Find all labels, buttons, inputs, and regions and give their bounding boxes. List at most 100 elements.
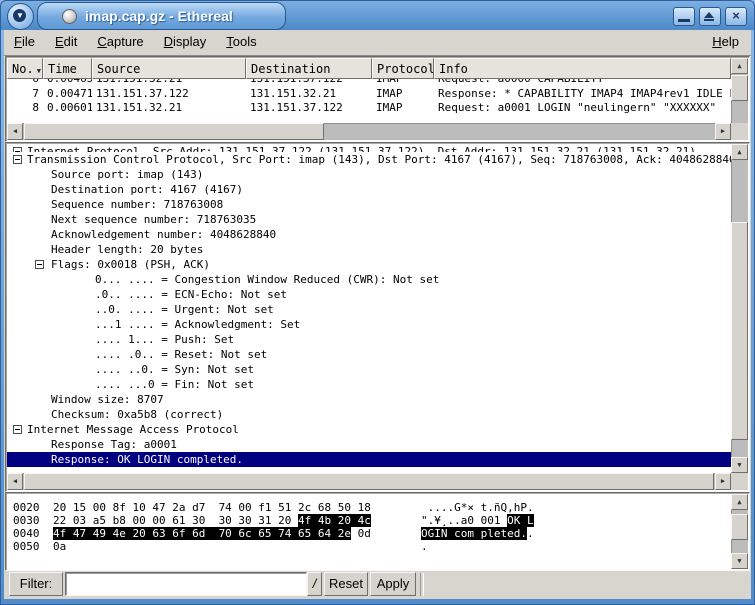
tree-row[interactable]: .... 1... = Push: Set: [7, 332, 731, 347]
tree-row[interactable]: Internet Protocol, Src Addr: 131.151.37.…: [7, 144, 731, 152]
tree-row[interactable]: Window size: 8707: [7, 392, 731, 407]
tree-row-label: Destination port: 4167 (4167): [7, 182, 243, 197]
ascii-segment: ".¥¸..a0 001: [421, 514, 507, 527]
tree-row[interactable]: Flags: 0x0018 (PSH, ACK): [7, 257, 731, 272]
tree-row-label: Next sequence number: 718763035: [7, 212, 256, 227]
tree-row[interactable]: Checksum: 0xa5b8 (correct): [7, 407, 731, 422]
column-header-no[interactable]: No.▼: [7, 58, 43, 79]
tree-row[interactable]: Response Tag: a0001: [7, 437, 731, 452]
tree-row[interactable]: Header length: 20 bytes: [7, 242, 731, 257]
window-menu-button[interactable]: ▼: [7, 3, 34, 30]
packet-row[interactable]: 80.006013131.151.32.21131.151.37.122IMAP…: [7, 101, 731, 116]
hex-bytes: 20 15 00 8f 10 47 2a d7 74 00 f1 51 2c 6…: [53, 501, 371, 514]
hex-bytes: 4f 47 49 4e 20 63 6f 6d 70 6c 65 74 65 6…: [53, 527, 371, 540]
up-arrow-icon[interactable]: ▲: [731, 144, 748, 160]
tree-row-label: .... ...0 = Fin: Not set: [7, 377, 254, 392]
tree-vscrollbar[interactable]: ▲ ▼: [731, 144, 748, 473]
collapse-expander-icon[interactable]: [13, 155, 22, 164]
tree-row-label: Header length: 20 bytes: [7, 242, 203, 257]
packet-cell-src: 131.151.37.122: [92, 87, 246, 102]
up-arrow-icon[interactable]: ▲: [731, 58, 748, 74]
tree-row[interactable]: Transmission Control Protocol, Src Port:…: [7, 152, 731, 167]
hex-row[interactable]: 0050 0a.: [7, 540, 731, 553]
right-arrow-icon[interactable]: ▶: [715, 473, 731, 490]
tree-row[interactable]: Response: OK LOGIN completed.: [7, 452, 731, 467]
vscroll-thumb[interactable]: [731, 75, 748, 101]
tree-hscrollbar[interactable]: ◀ ▶: [7, 473, 731, 490]
menu-help[interactable]: Help: [708, 34, 743, 49]
menu-label-first-letter: T: [226, 34, 233, 49]
tree-row[interactable]: Source port: imap (143): [7, 167, 731, 182]
filter-expression-button[interactable]: /: [307, 572, 322, 596]
left-arrow-icon[interactable]: ◀: [7, 123, 23, 140]
ascii-segment: ....G*× t.ñQ,hP.: [421, 501, 534, 514]
hex-segment: 0a: [53, 540, 66, 553]
tree-row[interactable]: .... .0.. = Reset: Not set: [7, 347, 731, 362]
tree-row[interactable]: .0.. .... = ECN-Echo: Not set: [7, 287, 731, 302]
hscroll-thumb[interactable]: [24, 123, 324, 140]
hex-vscrollbar[interactable]: ▲ ▼: [731, 494, 748, 569]
column-header-source[interactable]: Source: [92, 58, 246, 79]
packet-list-header: No.▼TimeSourceDestinationProtocolInfo: [7, 58, 731, 79]
tree-row-label: Checksum: 0xa5b8 (correct): [7, 407, 223, 422]
menu-label-first-letter: D: [164, 34, 173, 49]
tree-row[interactable]: Destination port: 4167 (4167): [7, 182, 731, 197]
menu-edit[interactable]: Edit: [45, 30, 87, 52]
packet-cell-info: Response: * CAPABILITY IMAP4 IMAP4rev1 I…: [434, 87, 731, 102]
tree-row[interactable]: .... ...0 = Fin: Not set: [7, 377, 731, 392]
tree-row[interactable]: ..0. .... = Urgent: Not set: [7, 302, 731, 317]
hscroll-thumb[interactable]: [24, 473, 714, 490]
ethereal-window: ▼ imap.cap.gz - Ethereal × FileEditCaptu…: [0, 0, 755, 605]
hex-highlight: 4f 47 49 4e 20 63 6f 6d 70 6c 65 74 65 6…: [53, 527, 351, 540]
filter-input[interactable]: [65, 572, 307, 596]
menu-file[interactable]: File: [4, 30, 45, 52]
column-header-time[interactable]: Time: [43, 58, 92, 79]
menu-tools[interactable]: Tools: [216, 30, 266, 52]
tree-row[interactable]: Acknowledgement number: 4048628840: [7, 227, 731, 242]
vscroll-thumb[interactable]: [731, 222, 748, 440]
menu-capture[interactable]: Capture: [87, 30, 153, 52]
hex-row[interactable]: 003022 03 a5 b8 00 00 61 30 30 30 31 20 …: [7, 514, 731, 527]
up-arrow-icon[interactable]: ▲: [731, 494, 748, 510]
tree-row[interactable]: Internet Message Access Protocol: [7, 422, 731, 437]
packet-row[interactable]: 70.004717131.151.37.122131.151.32.21IMAP…: [7, 87, 731, 102]
ascii-segment: .: [421, 540, 428, 553]
hex-row[interactable]: 0020 20 15 00 8f 10 47 2a d7 74 00 f1 51 …: [7, 501, 731, 514]
tree-row-label: Window size: 8707: [7, 392, 164, 407]
minimize-button[interactable]: [673, 7, 695, 26]
hex-bytes: 22 03 a5 b8 00 00 61 30 30 30 31 20 4f 4…: [53, 514, 371, 527]
packet-row[interactable]: 60.004656131.151.32.21131.151.37.122IMAP…: [7, 79, 731, 87]
tree-row[interactable]: Sequence number: 718763008: [7, 197, 731, 212]
tree-row-label: Response: OK LOGIN completed.: [7, 452, 243, 467]
left-arrow-icon[interactable]: ◀: [7, 473, 23, 490]
close-button[interactable]: ×: [725, 7, 747, 26]
tree-row[interactable]: 0... .... = Congestion Window Reduced (C…: [7, 272, 731, 287]
vscroll-thumb[interactable]: [731, 514, 748, 540]
maximize-button[interactable]: [699, 7, 721, 26]
tree-row[interactable]: .... ..0. = Syn: Not set: [7, 362, 731, 377]
collapse-expander-icon[interactable]: [13, 425, 22, 434]
apply-button[interactable]: Apply: [370, 572, 416, 596]
column-header-destination[interactable]: Destination: [246, 58, 372, 79]
column-header-info[interactable]: Info: [434, 58, 731, 79]
window-title: imap.cap.gz - Ethereal: [85, 8, 233, 24]
column-header-protocol[interactable]: Protocol: [372, 58, 434, 79]
packet-list-hscrollbar[interactable]: ◀ ▶: [7, 123, 731, 140]
hex-row[interactable]: 00404f 47 49 4e 20 63 6f 6d 70 6c 65 74 …: [7, 527, 731, 540]
hex-offset: 0020: [13, 501, 40, 514]
tree-row[interactable]: Next sequence number: 718763035: [7, 212, 731, 227]
tree-row-label: Response Tag: a0001: [7, 437, 177, 452]
tree-row[interactable]: ...1 .... = Acknowledgment: Set: [7, 317, 731, 332]
tree-row-label: .... .0.. = Reset: Not set: [7, 347, 267, 362]
filter-button[interactable]: Filter:: [9, 572, 63, 596]
reset-button[interactable]: Reset: [324, 572, 368, 596]
down-arrow-icon[interactable]: ▼: [731, 553, 748, 569]
packet-cell-proto: IMAP: [372, 79, 434, 87]
menu-bar: FileEditCaptureDisplayTools Help: [4, 30, 751, 56]
hex-offset: 0050: [13, 540, 40, 553]
right-arrow-icon[interactable]: ▶: [715, 123, 731, 140]
down-arrow-icon[interactable]: ▼: [731, 457, 748, 473]
collapse-expander-icon[interactable]: [35, 260, 44, 269]
title-bar[interactable]: ▼ imap.cap.gz - Ethereal ×: [0, 0, 755, 30]
menu-display[interactable]: Display: [154, 30, 217, 52]
